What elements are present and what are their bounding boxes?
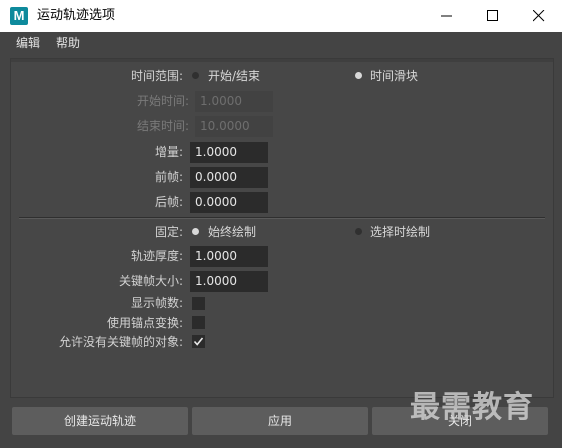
radio-draw-on-select[interactable] xyxy=(355,228,362,235)
menu-help[interactable]: 帮助 xyxy=(56,35,80,51)
start-time-field[interactable]: 1.0000 xyxy=(195,91,273,112)
radio-always-draw-label[interactable]: 始终绘制 xyxy=(208,224,256,240)
show-frame-numbers-label: 显示帧数: xyxy=(130,296,183,310)
window-title: 运动轨迹选项 xyxy=(37,8,116,23)
checkmark-icon xyxy=(193,337,204,346)
radio-always-draw[interactable] xyxy=(192,228,199,235)
show-frame-numbers-checkbox[interactable] xyxy=(192,297,205,310)
menu-edit[interactable]: 编辑 xyxy=(16,35,40,51)
pre-frame-label: 前帧: xyxy=(154,170,183,184)
radio-draw-on-select-label[interactable]: 选择时绘制 xyxy=(370,224,430,240)
allow-no-keyframes-label: 允许没有关键帧的对象: xyxy=(58,335,183,349)
apply-button[interactable]: 应用 xyxy=(192,407,368,435)
create-motion-trail-button[interactable]: 创建运动轨迹 xyxy=(12,407,188,435)
increment-field[interactable]: 1.0000 xyxy=(190,142,268,163)
post-frame-field[interactable]: 0.0000 xyxy=(190,192,268,213)
fixed-label: 固定: xyxy=(154,225,183,239)
title-bar: M 运动轨迹选项 xyxy=(0,0,562,32)
track-thickness-field[interactable]: 1.0000 xyxy=(190,246,268,267)
keyframe-size-label: 关键帧大小: xyxy=(118,274,183,288)
start-time-label: 开始时间: xyxy=(136,94,189,108)
radio-start-end-label[interactable]: 开始/结束 xyxy=(208,68,260,84)
radio-time-slider[interactable] xyxy=(355,72,362,79)
minimize-button[interactable] xyxy=(424,0,470,32)
minimize-icon xyxy=(441,15,452,17)
use-pivot-transform-label: 使用锚点变换: xyxy=(106,316,183,330)
options-panel: 时间范围: 开始/结束 时间滑块 开始时间: 1.0000 结束时间: 10.0… xyxy=(10,58,554,398)
close-icon xyxy=(533,10,545,22)
time-range-label: 时间范围: xyxy=(130,69,183,83)
radio-time-slider-label[interactable]: 时间滑块 xyxy=(370,68,418,84)
end-time-label: 结束时间: xyxy=(136,119,189,133)
panel-top-edge xyxy=(11,59,553,62)
maya-app-icon: M xyxy=(10,7,28,25)
post-frame-label: 后帧: xyxy=(154,195,183,209)
radio-start-end[interactable] xyxy=(192,72,199,79)
use-pivot-transform-checkbox[interactable] xyxy=(192,316,205,329)
maximize-button[interactable] xyxy=(470,0,516,32)
section-divider xyxy=(19,217,545,219)
menu-bar: 编辑 帮助 xyxy=(0,32,562,54)
close-window-button[interactable] xyxy=(516,0,562,32)
pre-frame-field[interactable]: 0.0000 xyxy=(190,167,268,188)
watermark-text: 最需教育 xyxy=(410,390,534,425)
end-time-field[interactable]: 10.0000 xyxy=(195,116,273,137)
maximize-icon xyxy=(487,10,498,21)
increment-label: 增量: xyxy=(154,145,183,159)
allow-no-keyframes-checkbox[interactable] xyxy=(192,335,205,348)
track-thickness-label: 轨迹厚度: xyxy=(130,249,183,263)
keyframe-size-field[interactable]: 1.0000 xyxy=(190,271,268,292)
